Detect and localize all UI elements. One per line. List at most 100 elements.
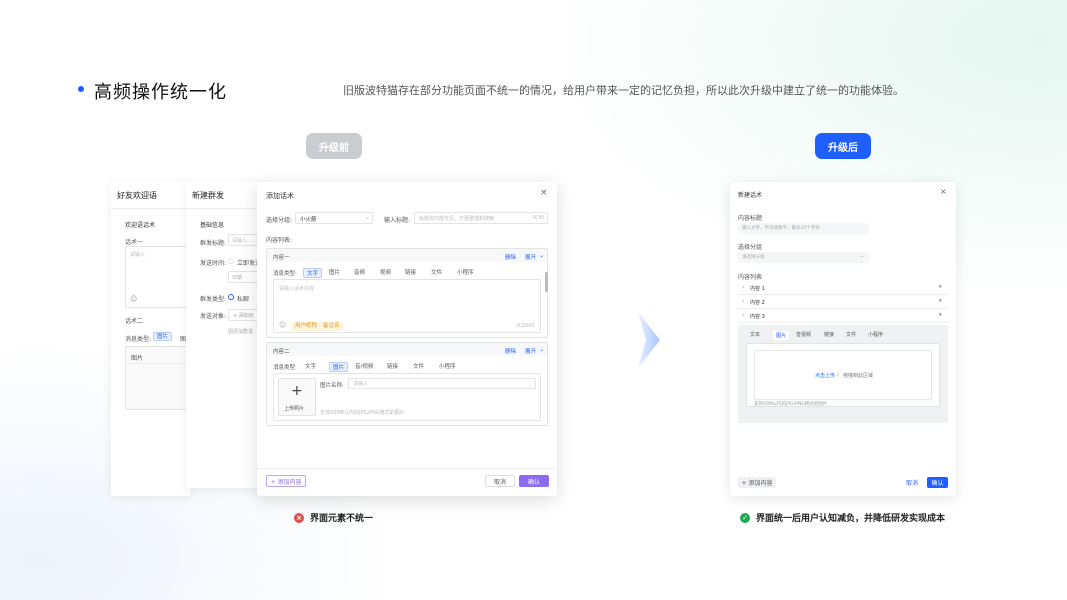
msg-type-tab[interactable]: 文件 bbox=[431, 268, 442, 276]
upload-separator: / bbox=[837, 372, 839, 378]
target-label: 发送对象: bbox=[200, 313, 227, 320]
text-content-area[interactable]: 请输入话术内容 ☺ 用户昵称 备注名 0/2000 bbox=[273, 279, 541, 333]
emoji-icon[interactable]: ☺ bbox=[130, 295, 137, 303]
after-label: 升级后 bbox=[815, 133, 871, 159]
counter: 0/30 bbox=[533, 215, 545, 221]
msg-type-tab[interactable]: 文字 bbox=[303, 268, 323, 278]
group-select[interactable]: 小火箭 ⌄ bbox=[295, 212, 373, 224]
user-nickname-tag[interactable]: 用户昵称 bbox=[292, 322, 321, 331]
group-select[interactable]: 请选择分组 ⌄ bbox=[738, 252, 869, 263]
remark-tag[interactable]: 备注名 bbox=[320, 322, 343, 331]
delete-link[interactable]: 删除 bbox=[505, 253, 516, 261]
msg-type-label: 消息类型: bbox=[125, 336, 152, 343]
editor-tab[interactable]: 小程序 bbox=[868, 331, 883, 338]
caret-down-icon[interactable]: ▾ bbox=[939, 298, 942, 304]
editor-tab[interactable]: 文本 bbox=[750, 331, 760, 338]
scrollbar-thumb[interactable] bbox=[545, 272, 548, 292]
expand-link[interactable]: 展开 bbox=[525, 347, 536, 355]
add-content-button[interactable]: + 添加内容 bbox=[738, 477, 776, 488]
image-upload-area: + 上传照片 图片名称: 请输入 支持20MB以内的JPG/PNG格式的图片 bbox=[273, 373, 541, 421]
editor-tab[interactable]: 音视频 bbox=[796, 331, 811, 338]
close-icon[interactable]: × bbox=[940, 187, 947, 196]
emoji-icon[interactable]: ☺ bbox=[279, 321, 286, 329]
upload-hint: 支持20M以内的JPG/PNG格式的图片 bbox=[754, 402, 828, 407]
content-list-label: 内容列表 bbox=[738, 274, 763, 281]
msg-type-tab[interactable]: 图片 bbox=[329, 362, 349, 372]
upload-label: 上传照片 bbox=[284, 406, 305, 412]
msg-type-label: 消息类型: bbox=[273, 271, 297, 277]
upload-panel: 点击上传 / 拖拽到此区域 bbox=[746, 343, 940, 407]
content-list-item[interactable]: › 内容 1 ▾ bbox=[738, 283, 948, 295]
msg-type-tab[interactable]: 小程序 bbox=[439, 362, 456, 370]
group-send-panel: 新建群发 基础信息 群发标题: 请输入... 发送时间: 立即发送 日期 群发类… bbox=[186, 182, 266, 488]
editor-tab[interactable]: 图片 bbox=[773, 331, 790, 340]
upload-drag-text: 拖拽到此区域 bbox=[843, 373, 874, 379]
group-label: 选择分组 bbox=[738, 244, 763, 251]
msg-type-tab[interactable]: 链接 bbox=[387, 362, 398, 370]
upload-link[interactable]: 点击上传 bbox=[815, 372, 835, 379]
item-label: 内容 1 bbox=[750, 286, 765, 292]
msg-type-tab[interactable]: 音频 bbox=[354, 268, 365, 276]
counter: 0/2000 bbox=[517, 323, 535, 329]
drop-zone[interactable]: 点击上传 / 拖拽到此区域 bbox=[754, 350, 932, 400]
plus-icon: + bbox=[291, 383, 303, 399]
target-hint: 因添加群发 bbox=[228, 329, 254, 335]
send-now-radio[interactable] bbox=[228, 258, 234, 264]
confirm-button[interactable]: 确认 bbox=[927, 477, 948, 488]
placeholder: 输入文字、字母或数字，最多20个字符 bbox=[742, 226, 820, 231]
item-label: 内容二 bbox=[273, 349, 290, 355]
msg-type-tab[interactable]: 音/视频 bbox=[355, 362, 373, 370]
msg-type-tag[interactable]: 图片 bbox=[153, 332, 173, 341]
msg-type-tab[interactable]: 文字 bbox=[305, 362, 316, 370]
msg-type-label: 消息类型: bbox=[273, 365, 297, 371]
content-title-label: 内容标题 bbox=[738, 215, 763, 222]
cancel-button[interactable]: 取消 bbox=[485, 475, 515, 487]
chevron-right-icon: › bbox=[742, 298, 745, 305]
script-one-label: 话术一 bbox=[125, 239, 144, 246]
msg-type-tab[interactable]: 小程序 bbox=[457, 268, 474, 276]
caret-down-icon[interactable]: ▾ bbox=[939, 284, 942, 290]
delete-link[interactable]: 删除 bbox=[505, 347, 516, 355]
before-label: 升级前 bbox=[306, 133, 362, 159]
add-content-button[interactable]: + 添加内容 bbox=[266, 475, 306, 487]
before-caption: × 界面元素不统一 bbox=[294, 511, 373, 524]
item-label: 内容 2 bbox=[750, 300, 765, 306]
close-icon[interactable]: × bbox=[540, 188, 548, 198]
image-area[interactable]: 图片 bbox=[125, 346, 191, 410]
editor-tab[interactable]: 文件 bbox=[846, 331, 856, 338]
content-item-two: 内容二 删除 展开 ⌄ 消息类型: 文字 图片 音/视频 链接 文件 小程序 + 上传照片… bbox=[266, 342, 548, 426]
msg-type-tab[interactable]: 链接 bbox=[405, 268, 416, 276]
chevron-right-icon: › bbox=[742, 284, 745, 291]
item-label: 内容一 bbox=[273, 255, 290, 261]
editor-tab[interactable]: 链接 bbox=[824, 331, 834, 338]
chevron-right-icon: › bbox=[742, 312, 745, 319]
msg-type-tab[interactable]: 图片 bbox=[329, 268, 340, 276]
input-title-field[interactable]: 标题仅内部可见，方便整理和搜索 0/30 bbox=[414, 212, 548, 224]
upload-photo-button[interactable]: + 上传照片 bbox=[278, 378, 316, 416]
placeholder: 请输入 bbox=[353, 381, 369, 387]
content-title-input[interactable]: 输入文字、字母或数字，最多20个字符 bbox=[738, 223, 869, 234]
bullet-dot-icon bbox=[78, 86, 84, 92]
chevron-down-icon: ⌄ bbox=[539, 252, 545, 259]
add-target-label: + 添加对 bbox=[233, 313, 254, 319]
panel-title: 好友欢迎语 bbox=[117, 191, 157, 200]
after-caption-text: 界面统一后用户认知减负，并降低研发实现成本 bbox=[756, 514, 946, 524]
msg-type-tab[interactable]: 视频 bbox=[380, 268, 391, 276]
script-one-textarea[interactable]: 请输入 ☺ bbox=[125, 246, 191, 308]
caret-down-icon[interactable]: ▾ bbox=[939, 312, 942, 318]
new-script-dialog: 新建话术 × 内容标题 输入文字、字母或数字，最多20个字符 选择分组 请选择分… bbox=[730, 182, 956, 496]
img-name-input[interactable]: 请输入 bbox=[348, 378, 536, 389]
section-description: 旧版波特猫存在部分功能页面不统一的情况，给用户带来一定的记忆负担，所以此次升级中… bbox=[343, 84, 904, 97]
before-caption-text: 界面元素不统一 bbox=[310, 514, 374, 524]
expand-link[interactable]: 展开 bbox=[525, 253, 536, 261]
content-list-item[interactable]: › 内容 3 ▾ bbox=[738, 311, 948, 323]
send-title-label: 群发标题: bbox=[200, 240, 227, 247]
check-icon: ✓ bbox=[740, 512, 750, 523]
confirm-button[interactable]: 确认 bbox=[519, 475, 549, 487]
private-radio[interactable] bbox=[228, 294, 234, 300]
panel-title: 新建群发 bbox=[192, 191, 224, 200]
content-list-item[interactable]: › 内容 2 ▾ bbox=[738, 297, 948, 309]
msg-type-tab[interactable]: 文件 bbox=[413, 362, 424, 370]
img-name-label: 图片名称: bbox=[320, 383, 344, 389]
cancel-button[interactable]: 取消 bbox=[900, 477, 924, 488]
